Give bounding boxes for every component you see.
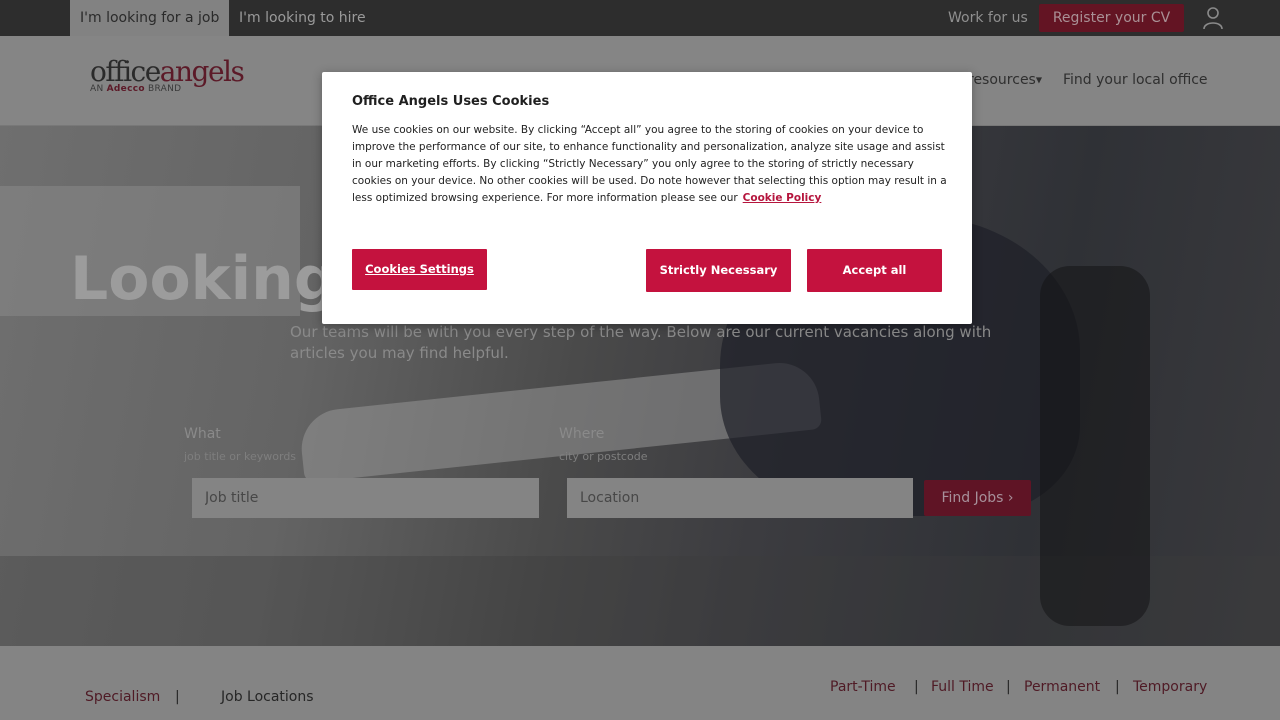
find-jobs-button[interactable]: Find Jobs › [924,480,1031,516]
where-label: Where [559,426,605,442]
separator: | [1115,679,1120,695]
hero-title: Looking [70,244,337,314]
location-input[interactable] [567,478,913,518]
user-icon[interactable] [1202,6,1224,30]
job-title-input[interactable] [192,478,539,518]
tab-employer[interactable]: I'm looking to hire [229,0,376,36]
where-hint: city or postcode [559,450,648,463]
filter-full-time[interactable]: Full Time [931,679,994,695]
filter-permanent[interactable]: Permanent [1024,679,1100,695]
office-angels-logo[interactable]: officeangels AN Adecco BRAND [90,58,245,95]
cookies-settings-button[interactable]: Cookies Settings [352,249,487,290]
hero-lead: Our teams will be with you every step of… [290,323,992,362]
cookie-dialog-body: We use cookies on our website. By clicki… [352,124,947,204]
filter-temporary[interactable]: Temporary [1133,679,1207,695]
hero-background-chair [1040,266,1150,626]
filter-part-time[interactable]: Part-Time [830,679,896,695]
separator: | [914,679,919,695]
what-label: What [184,426,221,442]
separator: | [175,689,180,705]
register-cv-button[interactable]: Register your CV [1039,4,1184,32]
strictly-necessary-button[interactable]: Strictly Necessary [646,249,791,292]
specialism-link[interactable]: Specialism [85,689,160,705]
job-locations-link[interactable]: Job Locations [221,689,314,705]
cookie-dialog-title: Office Angels Uses Cookies [352,94,550,109]
nav-find-office[interactable]: Find your local office [1063,72,1208,88]
bottom-filter-bar: Specialism | Job Locations Part-Time | F… [0,646,1280,720]
top-utility-bar: I'm looking for a job I'm looking to hir… [0,0,1280,36]
separator: | [1006,679,1011,695]
work-for-us-link[interactable]: Work for us [948,0,1028,36]
what-hint: job title or keywords [184,450,297,463]
cookie-consent-dialog: Office Angels Uses Cookies We use cookie… [322,72,972,324]
accept-all-button[interactable]: Accept all [807,249,942,292]
tab-job-seeker[interactable]: I'm looking for a job [70,0,230,36]
caret-down-icon: ▼ [1035,75,1043,85]
nav-resources[interactable]: resources▼ [968,72,1042,88]
cookie-policy-link[interactable]: Cookie Policy [743,192,822,204]
